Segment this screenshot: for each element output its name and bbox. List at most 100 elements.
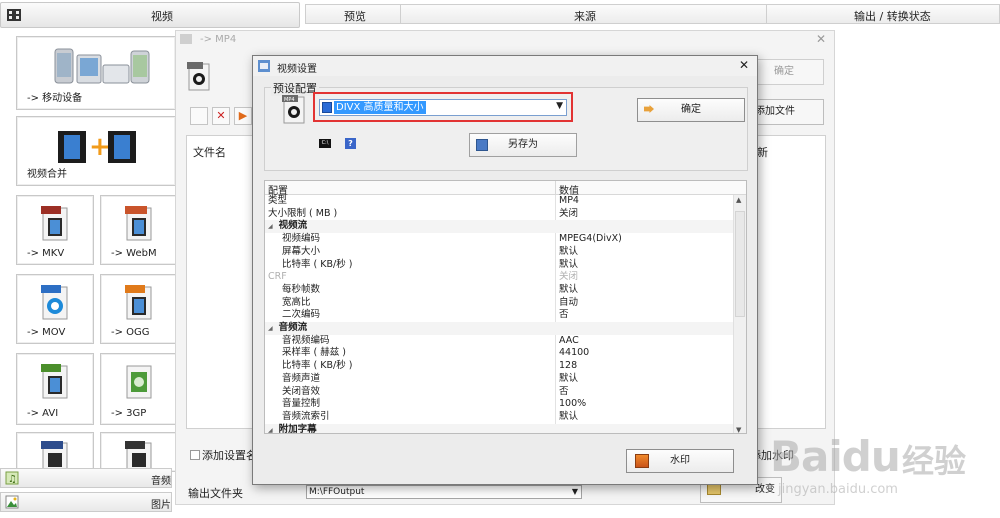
video-category-header[interactable]: 视频 [0,2,300,28]
property-name: 类型 [268,195,288,206]
property-value[interactable]: 默认 [559,373,578,385]
output-folder-select[interactable]: M:\FFOutput ▼ [306,485,582,499]
close-icon[interactable]: ✕ [739,58,749,72]
property-row[interactable]: 比特率 ( KB/秒 ) 128 [265,360,733,374]
command-line-icon[interactable]: C:\ [319,139,331,148]
collapse-triangle-icon[interactable]: ◢ [268,427,273,433]
video-merge-icon: + [58,131,136,163]
property-row[interactable]: 二次编码 否 [265,309,733,323]
property-value[interactable]: 关闭 [559,271,578,283]
scroll-down-icon[interactable]: ▼ [736,426,741,433]
output-status-column-header[interactable]: 输出 / 转换状态 [854,8,931,24]
property-value[interactable]: 100% [559,398,586,410]
property-value[interactable]: 默认 [559,246,578,258]
baidu-jingyan-watermark: Baidu 经验 jingyan.baidu.com [770,432,1000,512]
video-settings-title: 视频设置 [277,64,317,75]
property-value[interactable]: 128 [559,360,577,372]
property-value[interactable]: AAC [559,335,579,347]
property-row[interactable]: 音频流索引 默认 [265,410,733,424]
settings-property-grid[interactable]: 配置 数值 类型 MP4 大小限制 ( MB ) 关闭 ◢ 视频流 视频编码 MPEG4(Di… [264,180,747,434]
property-value[interactable]: 默认 [559,411,578,423]
video-settings-titlebar[interactable]: 视频设置 ✕ [253,56,757,76]
avi-tile[interactable]: -> AVI [16,353,94,425]
mpeg-file-icon [41,441,68,469]
3gp-tile[interactable]: -> 3GP [100,353,178,425]
mov-label: -> MOV [27,327,66,338]
collapse-triangle-icon[interactable]: ◢ [268,325,273,332]
property-value[interactable]: 默认 [559,259,578,271]
property-row[interactable]: 比特率 ( KB/秒 ) 默认 [265,258,733,272]
audio-category-header[interactable]: ♫ 音频 [0,468,172,488]
scroll-thumb[interactable] [735,211,745,317]
play-icon[interactable]: ▶ [234,107,252,125]
property-row[interactable]: 大小限制 ( MB ) 关闭 [265,207,733,221]
property-value[interactable]: 默认 [559,284,578,296]
property-value[interactable]: 44100 [559,347,589,359]
property-group-row[interactable]: ◢ 音频流 [265,322,733,335]
webm-tile[interactable]: -> WebM [100,195,178,265]
image-category-label: 图片 [151,500,171,511]
property-row[interactable]: 类型 MP4 [265,195,733,208]
property-row[interactable]: 采样率 ( 赫兹 ) 44100 [265,347,733,361]
property-scrollbar[interactable]: ▲ ▼ [733,195,746,433]
property-row[interactable]: 音量控制 100% [265,398,733,412]
property-name: 关闭音效 [282,385,321,397]
picture-icon [5,495,19,509]
property-name: 音频声道 [282,372,321,384]
preset-selected-value: DIVX 高质量和大小 [334,101,426,114]
property-group-row[interactable]: ◢ 视频流 [265,220,733,234]
help-icon[interactable]: ? [345,138,356,149]
property-row[interactable]: 每秒帧数 默认 [265,283,733,297]
collapse-triangle-icon[interactable]: ◢ [268,223,273,230]
3gp-label: -> 3GP [111,408,147,419]
source-column-header[interactable]: 来源 [574,8,596,24]
mpeg-tile[interactable] [16,432,94,472]
property-name: 屏幕大小 [282,245,321,257]
preset-config-group: 预设配置 MP4 DIVX 高质量和大小 ▼ 确定 C:\ ? 另存为 [264,80,748,171]
property-value[interactable]: 关闭 [559,208,578,220]
watermark-button[interactable]: 水印 [626,449,734,473]
video-merge-label: 视频合并 [27,169,67,180]
property-row[interactable]: 关闭音效 否 [265,385,733,399]
property-group-row[interactable]: ◢ 附加字幕 [265,423,733,433]
checkbox-box[interactable] [190,450,200,460]
property-row[interactable]: 屏幕大小 默认 [265,245,733,259]
new-column-header[interactable]: 新 [757,144,768,160]
new-file-icon[interactable] [190,107,208,125]
image-category-header[interactable]: 图片 [0,492,172,512]
property-name: 音量控制 [282,398,321,410]
music-note-icon: ♫ [5,471,19,485]
property-value[interactable]: 否 [559,309,569,321]
save-as-button[interactable]: 另存为 [469,133,577,157]
video-merge-tile[interactable]: + 视频合并 [16,116,176,186]
property-row[interactable]: CRF 关闭 [265,271,733,285]
ogg-tile[interactable]: -> OGG [100,274,178,344]
property-value[interactable]: MP4 [559,195,579,207]
output-folder-label: 输出文件夹 [188,487,243,500]
chevron-down-icon: ▼ [571,487,578,496]
preset-select[interactable]: DIVX 高质量和大小 ▼ [319,99,567,116]
mobile-device-tile[interactable]: -> 移动设备 [16,36,176,110]
property-row[interactable]: 宽高比 自动 [265,296,733,310]
property-value[interactable]: 自动 [559,297,578,309]
property-row[interactable]: 视频编码 MPEG4(DivX) [265,233,733,247]
mkv-tile[interactable]: -> MKV [16,195,94,265]
filename-column-header[interactable]: 文件名 [193,144,226,160]
vob-tile[interactable] [100,432,178,472]
confirm-button[interactable]: 确定 [637,98,745,122]
property-row[interactable]: 音频声道 默认 [265,372,733,386]
remove-file-icon[interactable]: ✕ [212,107,230,125]
avi-file-icon [41,364,68,399]
mkv-label: -> MKV [27,248,65,259]
preset-floppy-icon [322,102,332,113]
mp4-close-icon[interactable]: ✕ [816,32,826,46]
preview-column-header[interactable]: 预览 [344,8,366,24]
avi-label: -> AVI [27,408,59,419]
mp4-preset-file-icon: MP4 [282,95,305,124]
scroll-up-icon[interactable]: ▲ [736,196,741,204]
property-row[interactable]: 音视频编码 AAC [265,334,733,348]
mov-tile[interactable]: -> MOV [16,274,94,344]
property-value[interactable]: MPEG4(DivX) [559,233,622,245]
property-value[interactable]: 否 [559,386,569,398]
property-name: 视频编码 [282,233,321,245]
